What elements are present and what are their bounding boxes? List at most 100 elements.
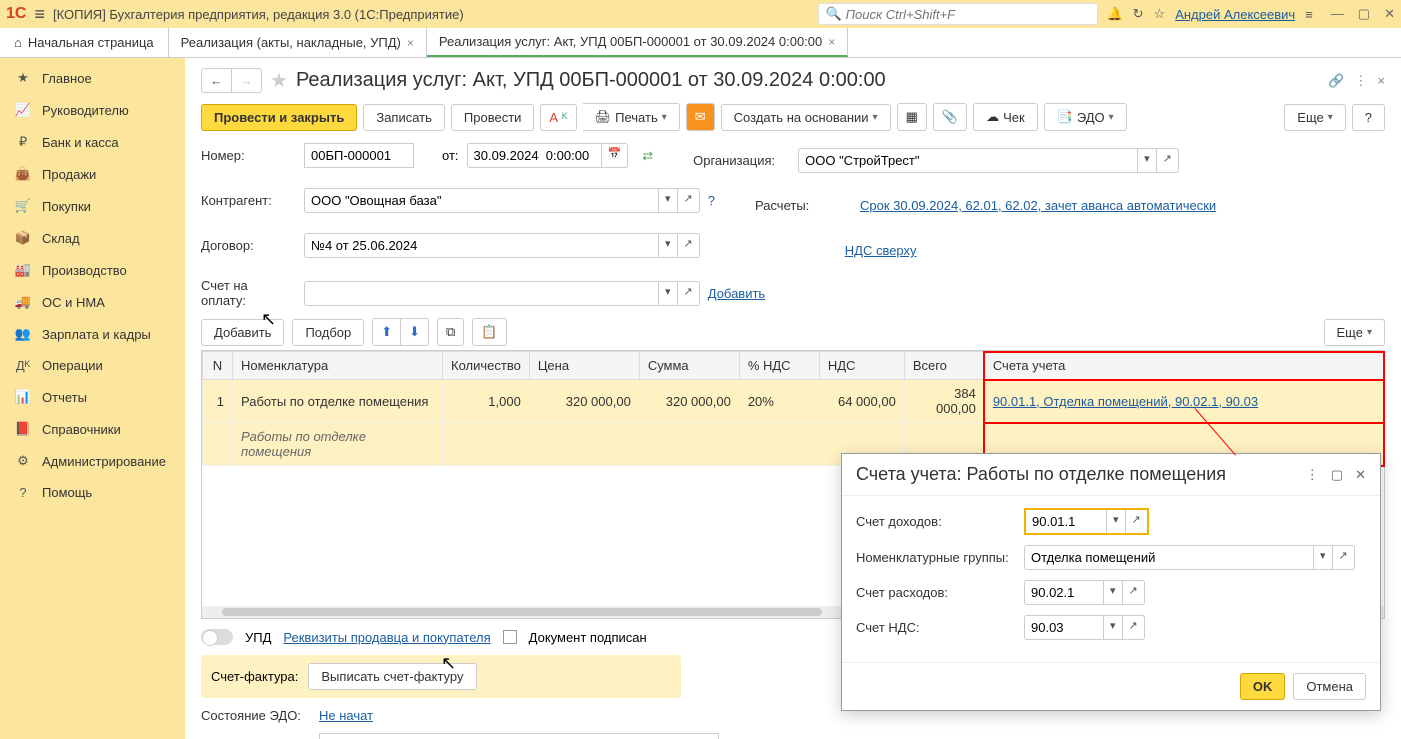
sidebar-item-main[interactable]: ★Главное (0, 62, 185, 94)
dropdown-icon[interactable]: ▾ (1104, 580, 1123, 605)
help-button[interactable]: ? (1352, 104, 1385, 131)
comment-field[interactable] (319, 733, 719, 739)
contract-field[interactable] (304, 233, 659, 258)
issue-invoice-button[interactable]: Выписать счет-фактуру (308, 663, 476, 690)
sidebar-item-warehouse[interactable]: 📦Склад (0, 222, 185, 254)
save-button[interactable]: Записать (363, 104, 445, 131)
tab-realization-doc[interactable]: Реализация услуг: Акт, УПД 00БП-000001 о… (427, 28, 848, 57)
sidebar-item-help[interactable]: ?Помощь (0, 477, 185, 508)
search-input[interactable] (846, 7, 1092, 22)
settlements-link[interactable]: Срок 30.09.2024, 62.01, 62.02, зачет ава… (860, 198, 1216, 213)
move-up-button[interactable]: ⬆ (372, 318, 401, 346)
close-icon[interactable]: × (1377, 73, 1385, 89)
open-icon[interactable]: ↗ (678, 281, 700, 306)
minimize-icon[interactable]: — (1331, 6, 1344, 22)
sidebar-item-admin[interactable]: ⚙Администрирование (0, 445, 185, 477)
expense-acc-field[interactable] (1024, 580, 1104, 605)
sidebar-item-reports[interactable]: 📊Отчеты (0, 381, 185, 413)
dropdown-icon[interactable]: ▾ (1104, 615, 1123, 640)
accounts-cell-link[interactable]: 90.01.1, Отделка помещений, 90.02.1, 90.… (993, 394, 1258, 409)
doc-signed-checkbox[interactable] (503, 630, 517, 644)
post-button[interactable]: Провести (451, 104, 535, 131)
transfer-icon[interactable]: ⇄ (642, 148, 653, 164)
sidebar-item-bank[interactable]: ₽Банк и касса (0, 126, 185, 158)
invoice-ref-field[interactable] (304, 281, 659, 306)
ok-button[interactable]: OK (1240, 673, 1286, 700)
cheque-button[interactable]: ☁ Чек (973, 103, 1038, 131)
nomgroup-field[interactable] (1024, 545, 1314, 570)
sidebar-item-operations[interactable]: ДᴷОперации (0, 350, 185, 381)
vat-mode-link[interactable]: НДС сверху (845, 243, 917, 258)
cancel-button[interactable]: Отмена (1293, 673, 1366, 700)
close-icon[interactable]: ✕ (1355, 467, 1366, 483)
close-icon[interactable]: ✕ (1384, 6, 1395, 22)
info-icon[interactable]: ? (708, 193, 715, 208)
move-down-button[interactable]: ⬇ (401, 318, 429, 346)
more-icon[interactable]: ⋮ (1306, 467, 1319, 483)
tab-realization-list[interactable]: Реализация (акты, накладные, УПД) × (169, 28, 427, 57)
table-row[interactable]: 1 Работы по отделке помещения 1,000 320 … (203, 380, 1384, 423)
add-invoice-link[interactable]: Добавить (708, 286, 765, 301)
back-button[interactable]: ← (202, 69, 232, 92)
print-button[interactable]: 🖨 Печать (583, 103, 680, 131)
sidebar-item-manager[interactable]: 📈Руководителю (0, 94, 185, 126)
create-based-button[interactable]: Создать на основании (721, 104, 891, 131)
bell-icon[interactable]: 🔔 (1106, 6, 1122, 22)
pick-button[interactable]: Подбор (292, 319, 364, 346)
open-icon[interactable]: ↗ (1123, 615, 1145, 640)
more-icon[interactable]: ⋮ (1354, 73, 1367, 89)
table-more-button[interactable]: Еще (1324, 319, 1385, 346)
open-icon[interactable]: ↗ (678, 188, 700, 213)
menu-icon[interactable]: ≡ (34, 4, 45, 25)
edo-state-link[interactable]: Не начат (319, 708, 373, 723)
dropdown-icon[interactable]: ▾ (1314, 545, 1333, 570)
close-icon[interactable]: × (828, 35, 835, 49)
star-icon[interactable]: ☆ (1154, 6, 1166, 22)
open-icon[interactable]: ↗ (1123, 580, 1145, 605)
edo-button[interactable]: 📑 ЭДО (1044, 103, 1127, 131)
post-and-close-button[interactable]: Провести и закрыть (201, 104, 357, 131)
favorite-icon[interactable]: ★ (270, 68, 288, 93)
settings-icon[interactable]: ≡ (1305, 7, 1313, 22)
sidebar-item-purchases[interactable]: 🛒Покупки (0, 190, 185, 222)
close-icon[interactable]: × (407, 36, 414, 50)
dtkt-button[interactable]: Аᴷ (540, 104, 576, 131)
dropdown-icon[interactable]: ▾ (659, 233, 678, 258)
more-button[interactable]: Еще (1284, 104, 1345, 131)
income-acc-field[interactable] (1026, 510, 1106, 533)
org-field[interactable] (798, 148, 1138, 173)
dropdown-icon[interactable]: ▾ (659, 188, 678, 213)
tab-home[interactable]: ⌂ Начальная страница (0, 28, 169, 57)
sidebar-item-production[interactable]: 🏭Производство (0, 254, 185, 286)
history-icon[interactable]: ↻ (1133, 6, 1144, 22)
forward-button[interactable]: → (232, 69, 261, 92)
upd-toggle[interactable] (201, 629, 233, 645)
maximize-icon[interactable]: ▢ (1331, 467, 1343, 483)
sidebar-item-assets[interactable]: 🚚ОС и НМА (0, 286, 185, 318)
dropdown-icon[interactable]: ▾ (659, 281, 678, 306)
add-row-button[interactable]: Добавить (201, 319, 284, 346)
calendar-icon[interactable]: 📅 (602, 143, 629, 168)
sidebar-item-refs[interactable]: 📕Справочники (0, 413, 185, 445)
global-search[interactable]: 🔍 (818, 3, 1098, 25)
dropdown-icon[interactable]: ▾ (1138, 148, 1157, 173)
open-icon[interactable]: ↗ (1333, 545, 1355, 570)
user-link[interactable]: Андрей Алексеевич (1175, 7, 1295, 22)
number-field[interactable] (304, 143, 414, 168)
attach-button[interactable]: 📎 (933, 103, 967, 131)
sidebar-item-salary[interactable]: 👥Зарплата и кадры (0, 318, 185, 350)
dropdown-icon[interactable]: ▾ (1106, 510, 1125, 533)
open-icon[interactable]: ↗ (1125, 510, 1147, 533)
paste-button[interactable]: 📋 (472, 318, 506, 346)
registers-button[interactable]: ▦ (897, 103, 927, 131)
seller-buyer-link[interactable]: Реквизиты продавца и покупателя (283, 630, 490, 645)
vat-acc-field[interactable] (1024, 615, 1104, 640)
counterparty-field[interactable] (304, 188, 659, 213)
link-icon[interactable]: 🔗 (1328, 73, 1344, 89)
copy-button[interactable]: ⧉ (437, 318, 464, 346)
mail-button[interactable]: ✉ (686, 103, 715, 131)
open-icon[interactable]: ↗ (678, 233, 700, 258)
open-icon[interactable]: ↗ (1157, 148, 1179, 173)
sidebar-item-sales[interactable]: 👜Продажи (0, 158, 185, 190)
date-field[interactable] (467, 143, 602, 168)
